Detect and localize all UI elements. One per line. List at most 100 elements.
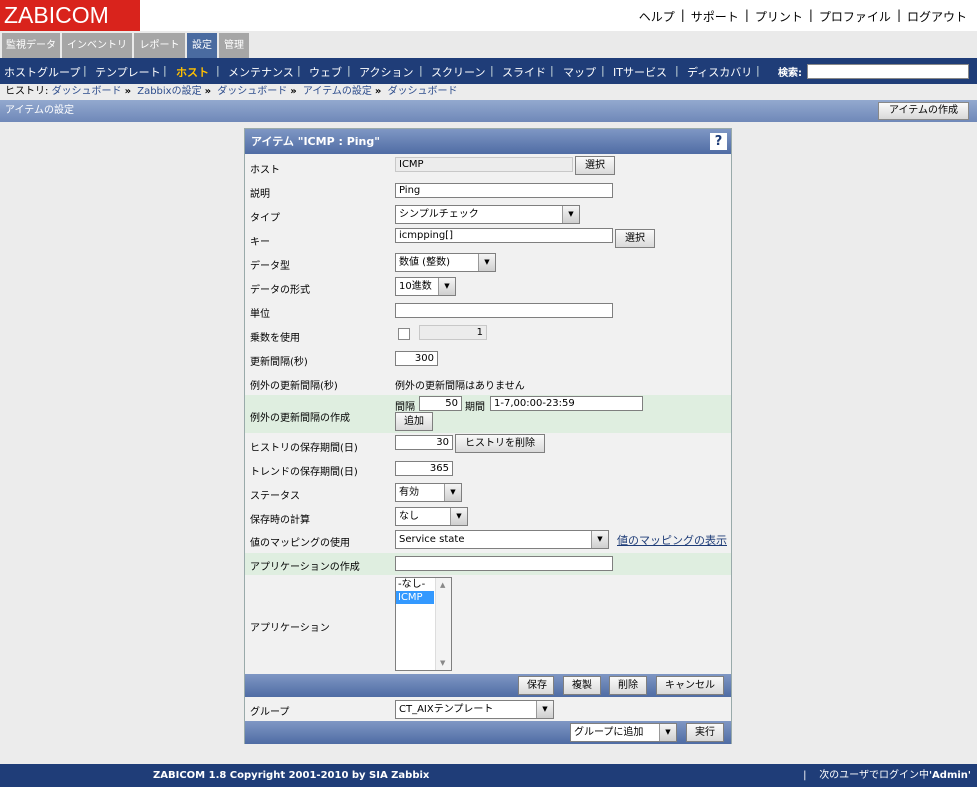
multiplier-checkbox[interactable] (398, 328, 410, 340)
sub-menu: ホストグループ | テンプレート | ホスト | メンテナンス | ウェブ | … (0, 58, 977, 84)
delta-select[interactable]: なし ▼ (395, 507, 468, 526)
submenu-templates[interactable]: テンプレート (95, 64, 161, 80)
submenu-host-groups[interactable]: ホストグループ (4, 64, 80, 80)
row-units: 単位 (245, 299, 731, 323)
page-title: アイテムの設定 (5, 105, 74, 116)
row-history: ヒストリの保存期間(日) 30 ヒストリを削除 (245, 433, 731, 457)
help-icon[interactable]: ? (710, 133, 727, 150)
support-link[interactable]: サポート (691, 8, 739, 25)
group-value: CT_AIXテンプレート (399, 704, 494, 715)
flex-interval-input[interactable]: 50 (419, 396, 462, 411)
submenu-web[interactable]: ウェブ (309, 64, 342, 80)
value-type-value: 数値 (整数) (399, 257, 450, 268)
data-type-value: 10進数 (399, 281, 432, 292)
row-flex-intervals: 例外の更新間隔(秒) 例外の更新間隔はありません (245, 371, 731, 395)
value-type-select[interactable]: 数値 (整数) ▼ (395, 253, 496, 272)
cancel-button[interactable]: キャンセル (656, 676, 724, 695)
tab-administration[interactable]: 管理 (219, 33, 249, 58)
breadcrumb-item[interactable]: ダッシュボード (217, 86, 287, 97)
execute-button[interactable]: 実行 (686, 723, 724, 742)
chevron-down-icon: ▼ (438, 278, 455, 295)
units-input[interactable] (395, 303, 613, 318)
submenu-screens[interactable]: スクリーン (431, 64, 485, 80)
group-action-value: グループに追加 (574, 727, 644, 738)
multiplier-input[interactable]: 1 (419, 325, 487, 340)
flex-period-label: 期間 (465, 402, 485, 413)
applications-scrollbar[interactable]: ▲ ▼ (435, 578, 451, 670)
item-form: アイテム "ICMP : Ping" ? ホスト ICMP 選択 説明 Ping… (244, 128, 732, 744)
applications-option-selected[interactable]: ICMP (396, 591, 434, 604)
help-link[interactable]: ヘルプ (639, 8, 675, 25)
row-group: グループ CT_AIXテンプレート ▼ (245, 698, 731, 721)
label-value-type: データ型 (250, 261, 290, 272)
data-type-select[interactable]: 10進数 ▼ (395, 277, 456, 296)
label-trends: トレンドの保存期間(日) (250, 467, 358, 478)
profile-link[interactable]: プロファイル (819, 8, 891, 25)
form-action-bar: 保存 複製 削除 キャンセル (245, 674, 731, 697)
applications-listbox[interactable]: -なし- ICMP ▲ ▼ (395, 577, 452, 671)
label-delta: 保存時の計算 (250, 515, 310, 526)
clear-history-button[interactable]: ヒストリを削除 (455, 434, 545, 453)
label-new-application: アプリケーションの作成 (250, 562, 360, 573)
row-multiplier: 乗数を使用 1 (245, 323, 731, 347)
login-info: | 次のユーザでログイン中'Admin' (803, 770, 971, 781)
breadcrumb-item[interactable]: Zabbixの設定 (137, 86, 201, 97)
breadcrumb-item[interactable]: ダッシュボード (52, 86, 122, 97)
delay-input[interactable]: 300 (395, 351, 438, 366)
valuemap-select[interactable]: Service state ▼ (395, 530, 609, 549)
flex-period-input[interactable]: 1-7,00:00-23:59 (490, 396, 643, 411)
delete-button[interactable]: 削除 (609, 676, 647, 695)
submenu-slides[interactable]: スライド (502, 64, 546, 80)
description-input[interactable]: Ping (395, 183, 613, 198)
row-new-application: アプリケーションの作成 (245, 553, 731, 575)
select-key-button[interactable]: 選択 (615, 229, 655, 248)
label-units: 単位 (250, 309, 270, 320)
status-select[interactable]: 有効 ▼ (395, 483, 462, 502)
label-delay: 更新間隔(秒) (250, 357, 308, 368)
history-input[interactable]: 30 (395, 435, 453, 450)
select-host-button[interactable]: 選択 (575, 156, 615, 175)
group-action-select[interactable]: グループに追加 ▼ (570, 723, 677, 742)
show-valuemap-link[interactable]: 値のマッピングの表示 (617, 532, 727, 548)
submenu-maintenance[interactable]: メンテナンス (228, 64, 294, 80)
print-link[interactable]: プリント (755, 8, 803, 25)
create-item-button[interactable]: アイテムの作成 (878, 102, 969, 120)
row-data-type: データの形式 10進数 ▼ (245, 275, 731, 299)
new-application-input[interactable] (395, 556, 613, 571)
row-delta: 保存時の計算 なし ▼ (245, 505, 731, 529)
save-button[interactable]: 保存 (518, 676, 554, 695)
submenu-it-services[interactable]: ITサービス (613, 64, 667, 80)
label-applications: アプリケーション (250, 623, 330, 634)
tab-inventory[interactable]: インベントリ (62, 33, 132, 58)
key-input[interactable]: icmpping[] (395, 228, 613, 243)
logo: ZABICOM (0, 0, 140, 31)
form-header: アイテム "ICMP : Ping" ? (245, 129, 731, 154)
group-select[interactable]: CT_AIXテンプレート ▼ (395, 700, 554, 719)
breadcrumb-item[interactable]: ダッシュボード (388, 86, 458, 97)
breadcrumb-item[interactable]: アイテムの設定 (303, 86, 372, 97)
row-status: ステータス 有効 ▼ (245, 481, 731, 505)
submenu-maps[interactable]: マップ (563, 64, 596, 80)
tab-configuration[interactable]: 設定 (187, 33, 217, 58)
submenu-actions[interactable]: アクション (359, 64, 413, 80)
add-flex-button[interactable]: 追加 (395, 412, 433, 431)
clone-button[interactable]: 複製 (563, 676, 601, 695)
search-input[interactable] (807, 64, 969, 79)
tab-monitoring[interactable]: 監視データ (2, 33, 60, 58)
submenu-hosts[interactable]: ホスト (176, 64, 209, 80)
top-links: ヘルプ | サポート | プリント | プロファイル | ログアウト (638, 8, 967, 25)
applications-option[interactable]: -なし- (396, 578, 434, 591)
flex-none-text: 例外の更新間隔はありません (395, 381, 525, 392)
trends-input[interactable]: 365 (395, 461, 453, 476)
search-label: 検索: (778, 68, 802, 79)
label-status: ステータス (250, 491, 300, 502)
copyright: ZABICOM 1.8 Copyright 2001-2010 by SIA Z… (153, 770, 430, 781)
type-select[interactable]: シンプルチェック ▼ (395, 205, 580, 224)
tab-reports[interactable]: レポート (134, 33, 185, 58)
row-delay: 更新間隔(秒) 300 (245, 347, 731, 371)
logout-link[interactable]: ログアウト (907, 8, 967, 25)
label-description: 説明 (250, 189, 270, 200)
submenu-discovery[interactable]: ディスカバリ (687, 64, 752, 80)
row-valuemap: 値のマッピングの使用 Service state ▼ 値のマッピングの表示 (245, 529, 731, 553)
row-applications: アプリケーション -なし- ICMP ▲ ▼ (245, 575, 731, 673)
